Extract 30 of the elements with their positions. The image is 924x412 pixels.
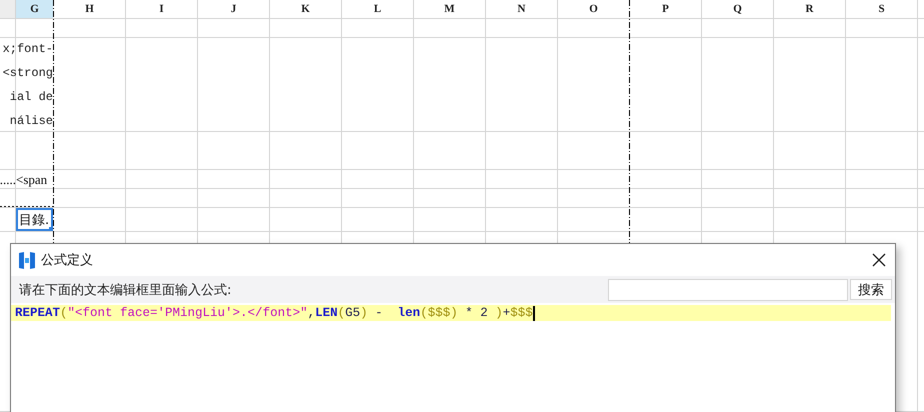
cell-text: x;font- [2, 41, 53, 58]
column-header[interactable]: P [630, 0, 701, 18]
fill-handle[interactable] [49, 227, 53, 231]
cell-text: <strong [2, 65, 53, 82]
column-header[interactable]: L [342, 0, 413, 18]
app-logo-icon [19, 252, 35, 268]
column-header[interactable]: J [198, 0, 269, 18]
column-header[interactable]: G [16, 0, 53, 18]
close-icon[interactable] [871, 252, 887, 268]
cell-text: nálise [10, 113, 53, 130]
text-cursor [532, 306, 535, 320]
table-cell-text: ..... [0, 170, 16, 188]
table-cell-text: <span [16, 170, 48, 189]
table-cell[interactable]: 目錄. [16, 208, 53, 231]
column-header[interactable]: S [846, 0, 917, 18]
formula-editor[interactable]: REPEAT("<font face='PMingLiu'>.</font>",LEN(G5) - len($$$) * 2 )+$$$ [11, 305, 891, 321]
dialog-title: 公式定义 [41, 252, 93, 269]
column-header[interactable]: N [486, 0, 557, 18]
formula-prompt: 请在下面的文本编辑框里面输入公式: [19, 282, 232, 298]
column-header[interactable]: R [774, 0, 845, 18]
column-header[interactable]: M [414, 0, 485, 18]
column-header[interactable]: H [54, 0, 125, 18]
column-header[interactable]: I [126, 0, 197, 18]
column-header[interactable]: K [270, 0, 341, 18]
cell-text: ial de [10, 89, 53, 106]
search-field[interactable] [608, 278, 848, 300]
search-button[interactable]: 搜索 [850, 279, 892, 300]
column-header[interactable]: Q [702, 0, 773, 18]
column-header[interactable] [0, 0, 15, 18]
column-header[interactable]: O [558, 0, 629, 18]
